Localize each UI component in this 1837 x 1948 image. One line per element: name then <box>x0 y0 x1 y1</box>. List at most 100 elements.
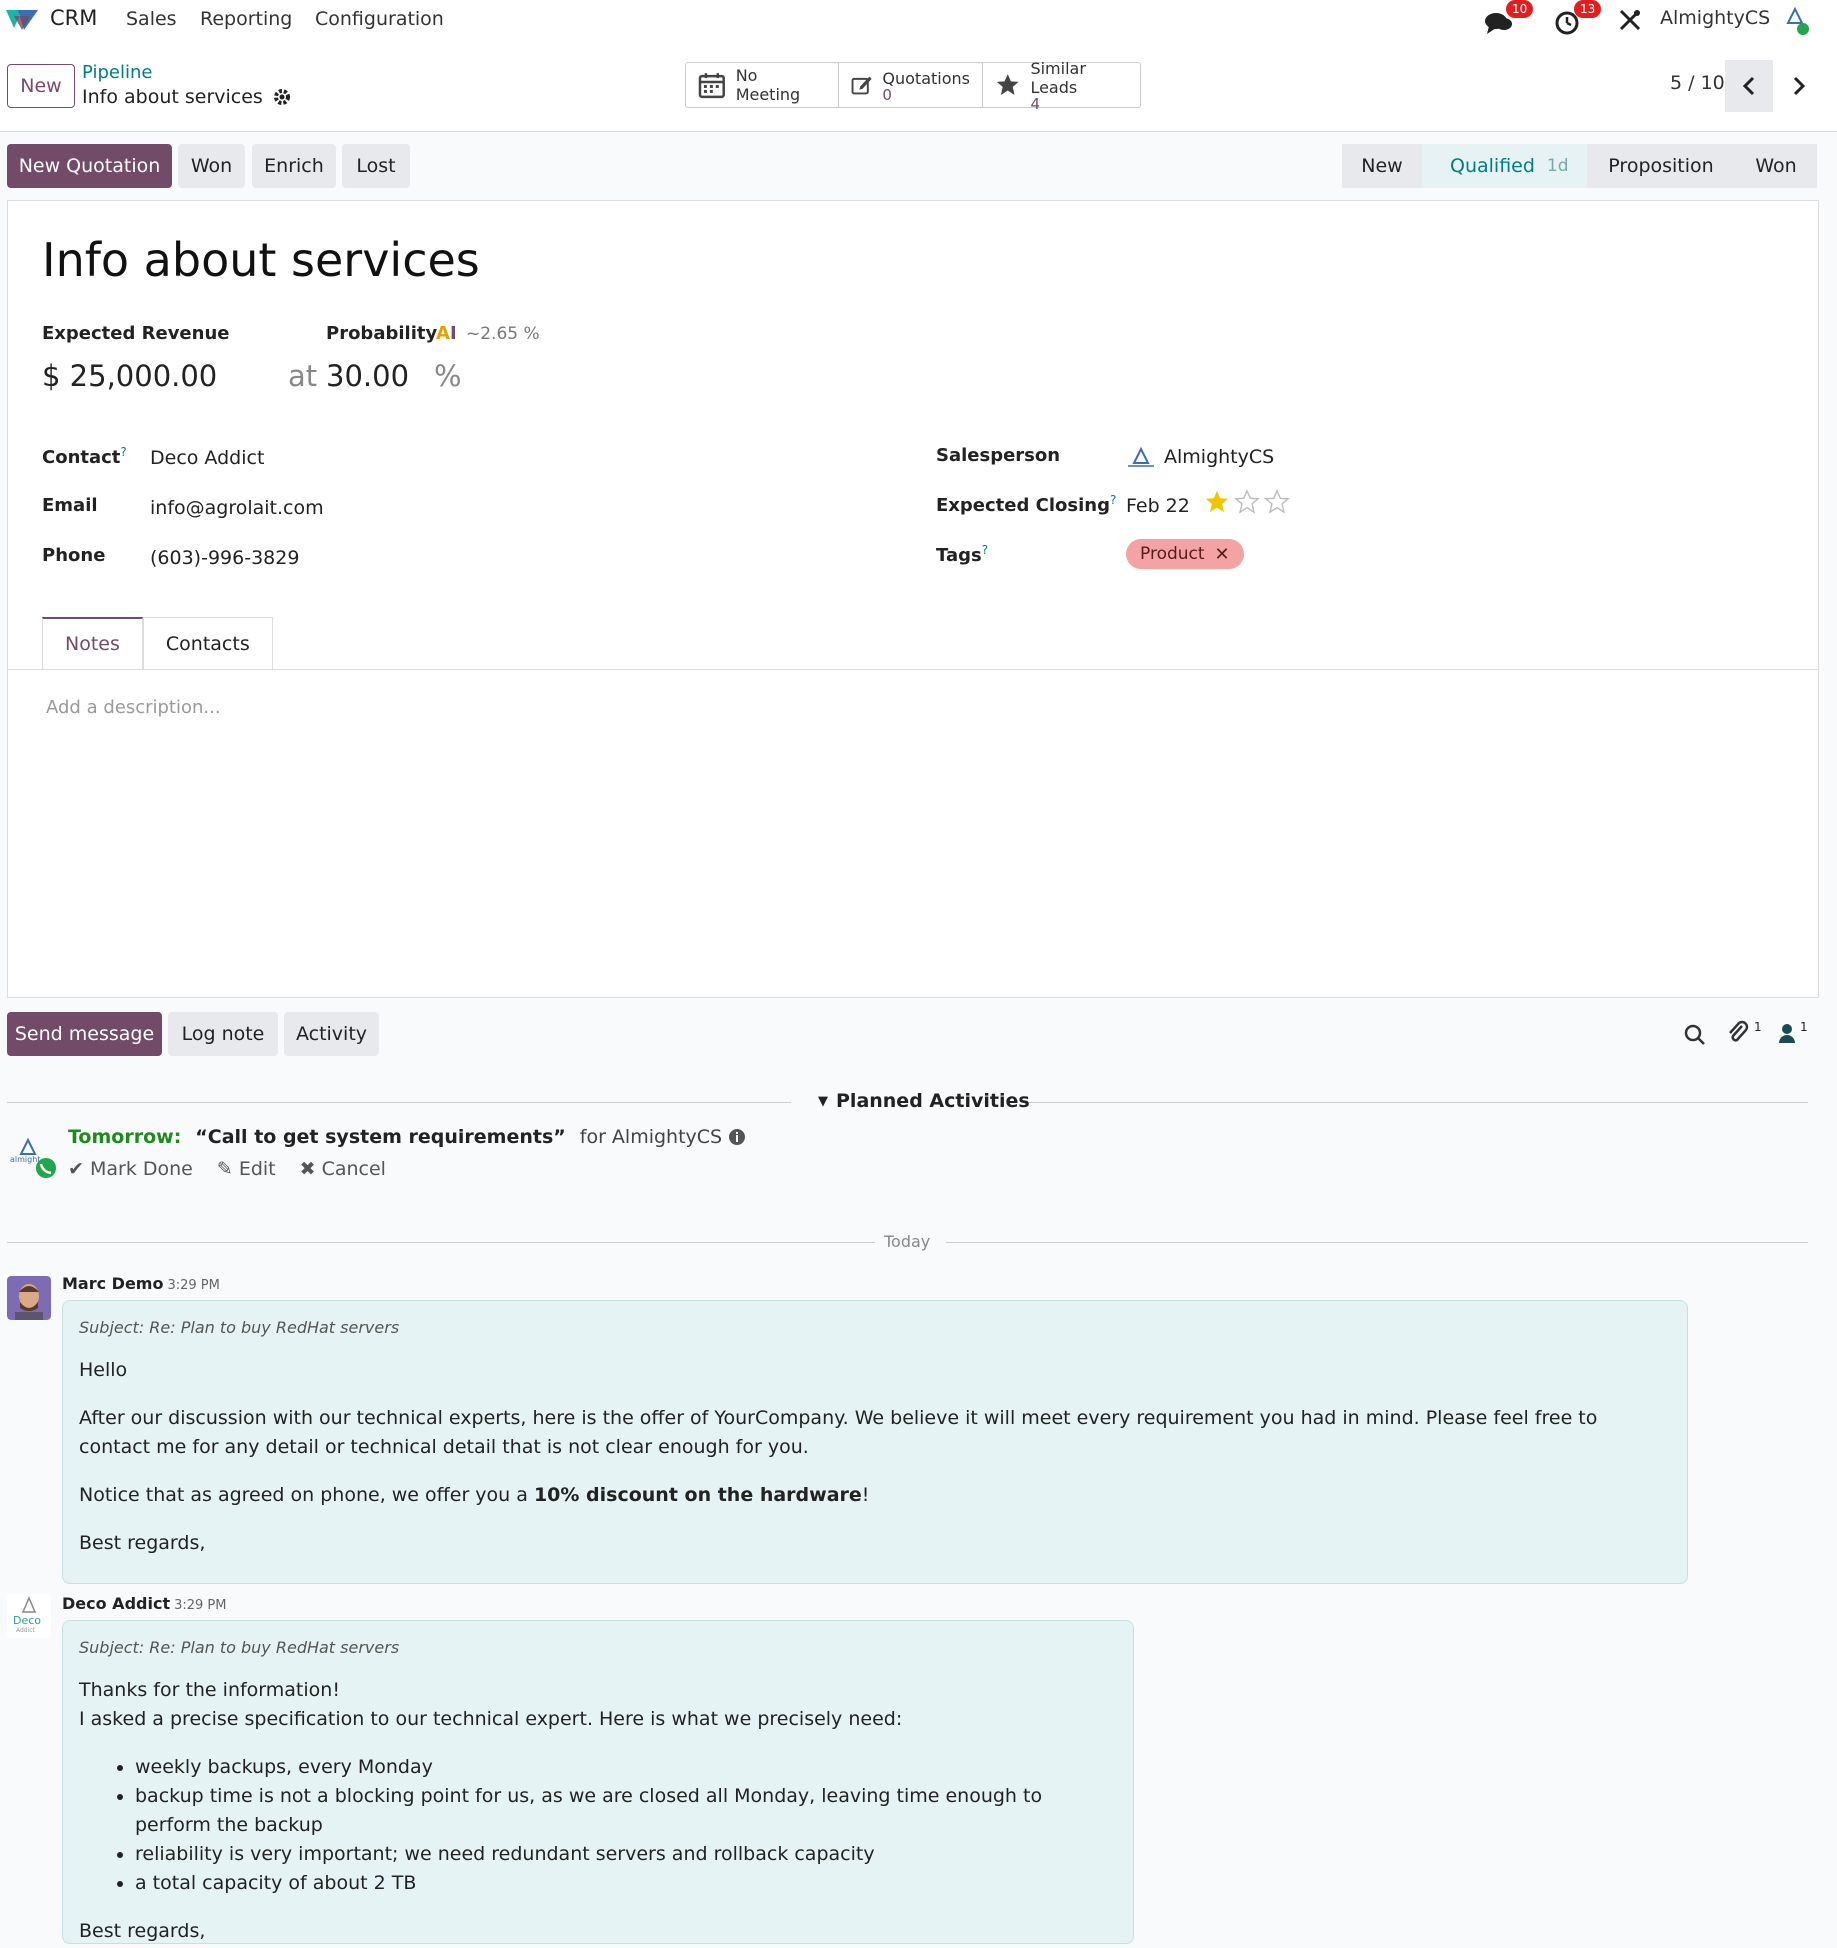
planned-activities-label: Planned Activities <box>836 1090 1030 1112</box>
followers-count: 1 <box>1800 1020 1808 1034</box>
activity-button[interactable]: Activity <box>284 1012 379 1056</box>
notebook-tabs: Notes Contacts <box>42 617 273 669</box>
pencil-icon: ✎ <box>216 1158 233 1180</box>
enrich-button[interactable]: Enrich <box>252 144 336 188</box>
menu-configuration[interactable]: Configuration <box>315 8 444 30</box>
smart-buttons: No Meeting Quotations 0 Similar Leads 4 <box>685 59 1141 112</box>
meeting-smart-button[interactable]: No Meeting <box>686 63 839 107</box>
attachments-count: 1 <box>1754 1020 1762 1034</box>
avatar-icon <box>1786 6 1809 35</box>
control-panel: New Pipeline Info about services No Meet… <box>0 40 1837 132</box>
record-title[interactable]: Info about services <box>42 233 480 287</box>
ai-probability-value: ~2.65 % <box>466 324 540 344</box>
stage-new[interactable]: New <box>1342 144 1422 188</box>
new-quotation-button[interactable]: New Quotation <box>7 144 172 188</box>
chevron-left-icon <box>1742 76 1755 96</box>
won-button[interactable]: Won <box>178 144 245 188</box>
messages-badge: 10 <box>1506 0 1534 18</box>
probability-label: Probability <box>326 323 438 344</box>
date-separator: Today <box>884 1232 931 1251</box>
message-text: After our discussion with our technical … <box>79 1407 1598 1458</box>
debug-tools[interactable] <box>1618 4 1642 36</box>
cancel-activity-button[interactable]: ✖ Cancel <box>300 1158 386 1180</box>
activity-deadline: Tomorrow: <box>68 1126 182 1148</box>
divider <box>7 1242 875 1243</box>
similar-leads-smart-button[interactable]: Similar Leads 4 <box>983 59 1140 112</box>
email-field[interactable]: info@agrolait.com <box>150 497 324 519</box>
send-message-button[interactable]: Send message <box>7 1012 162 1056</box>
pager-next-button[interactable] <box>1775 60 1823 112</box>
messages-menu[interactable]: 10 <box>1484 0 1534 36</box>
close-icon: ✖ <box>299 1158 316 1180</box>
salesperson-field[interactable]: AlmightyCS <box>1164 446 1274 468</box>
tags-label: Tags? <box>936 543 989 566</box>
phone-field[interactable]: (603)-996-3829 <box>150 547 299 569</box>
requirements-list: weekly backups, every Monday backup time… <box>135 1753 1117 1898</box>
tag-remove-icon[interactable]: ✕ <box>1215 544 1230 565</box>
form-sheet: Info about services Expected Revenue $ 2… <box>7 200 1819 998</box>
list-item: backup time is not a blocking point for … <box>135 1782 1117 1840</box>
marc-demo-avatar[interactable] <box>7 1276 51 1320</box>
lost-button[interactable]: Lost <box>342 144 410 188</box>
log-note-button[interactable]: Log note <box>168 1012 278 1056</box>
description-input[interactable]: Add a description... <box>46 697 221 718</box>
header-actions: New Quotation Won Enrich Lost New Qualif… <box>0 132 1837 196</box>
new-record-button[interactable]: New <box>7 64 75 108</box>
pager-value[interactable]: 5 / 10 <box>1670 72 1725 94</box>
pager-buttons <box>1725 60 1823 112</box>
email-label: Email <box>42 495 98 516</box>
followers-button[interactable]: 1 <box>1778 1020 1808 1044</box>
star-filled-icon[interactable] <box>1204 489 1230 515</box>
calendar-icon <box>698 73 725 99</box>
attachments-button[interactable]: 1 <box>1726 1020 1762 1046</box>
quotations-smart-button[interactable]: Quotations 0 <box>839 63 983 107</box>
tag-label: Product <box>1140 544 1205 564</box>
message-author[interactable]: Deco Addict <box>62 1594 170 1613</box>
activity-user-avatar: almight <box>10 1137 56 1178</box>
stage-won[interactable]: Won <box>1735 144 1817 188</box>
menu-sales[interactable]: Sales <box>126 8 177 30</box>
list-item: weekly backups, every Monday <box>135 1753 1117 1782</box>
menu-reporting[interactable]: Reporting <box>200 8 292 30</box>
salesperson-label: Salesperson <box>936 445 1061 466</box>
chevron-right-icon <box>1793 76 1806 96</box>
expected-revenue-field[interactable]: $ 25,000.00 <box>42 359 217 393</box>
activities-menu[interactable]: 13 <box>1554 0 1604 36</box>
tag-badge: Product ✕ <box>1126 539 1244 569</box>
tools-icon <box>1619 9 1641 31</box>
star-empty-icon[interactable] <box>1264 489 1290 515</box>
pager-previous-button[interactable] <box>1725 60 1773 112</box>
user-avatar[interactable] <box>1780 4 1816 36</box>
message-text: Best regards, <box>79 1532 206 1554</box>
expected-closing-field[interactable]: Feb 22 <box>1126 495 1190 517</box>
search-icon[interactable] <box>1684 1024 1706 1046</box>
stage-qualified[interactable]: Qualified 1d <box>1422 144 1587 188</box>
app-name[interactable]: CRM <box>50 6 97 30</box>
star-empty-icon[interactable] <box>1234 489 1260 515</box>
probability-field[interactable]: 30.00 <box>326 359 409 393</box>
breadcrumb-pipeline[interactable]: Pipeline <box>82 62 152 83</box>
edit-activity-button[interactable]: ✎ Edit <box>217 1158 276 1180</box>
similar-leads-label: Similar Leads <box>1030 59 1086 97</box>
company-name[interactable]: AlmightyCS <box>1660 7 1770 29</box>
contact-field[interactable]: Deco Addict <box>150 447 264 469</box>
message-bubble: Subject: Re: Plan to buy RedHat servers … <box>62 1300 1688 1584</box>
activity-actions: ✔ Mark Done ✎ Edit ✖ Cancel <box>68 1158 386 1180</box>
tab-notes[interactable]: Notes <box>42 617 143 669</box>
gear-icon[interactable] <box>273 88 291 106</box>
message-text: Notice that as agreed on phone, we offer… <box>79 1484 870 1506</box>
mark-done-button[interactable]: ✔ Mark Done <box>68 1158 193 1180</box>
svg-text:almight: almight <box>10 1155 40 1164</box>
list-item: reliability is very important; we need r… <box>135 1840 1117 1869</box>
deco-addict-avatar[interactable]: Deco Addict <box>7 1594 51 1638</box>
tab-contacts[interactable]: Contacts <box>142 617 273 669</box>
stage-proposition[interactable]: Proposition <box>1587 144 1735 188</box>
info-icon[interactable] <box>728 1128 746 1146</box>
tags-help: ? <box>981 543 989 557</box>
crm-logo-icon[interactable] <box>4 6 40 34</box>
contact-label: Contact? <box>42 445 127 468</box>
planned-activities-toggle[interactable]: ▼ Planned Activities <box>818 1090 1030 1112</box>
message-author[interactable]: Marc Demo <box>62 1274 163 1293</box>
ai-probability-icon[interactable]: AI <box>436 323 457 344</box>
expected-closing-label: Expected Closing? <box>936 493 1117 516</box>
